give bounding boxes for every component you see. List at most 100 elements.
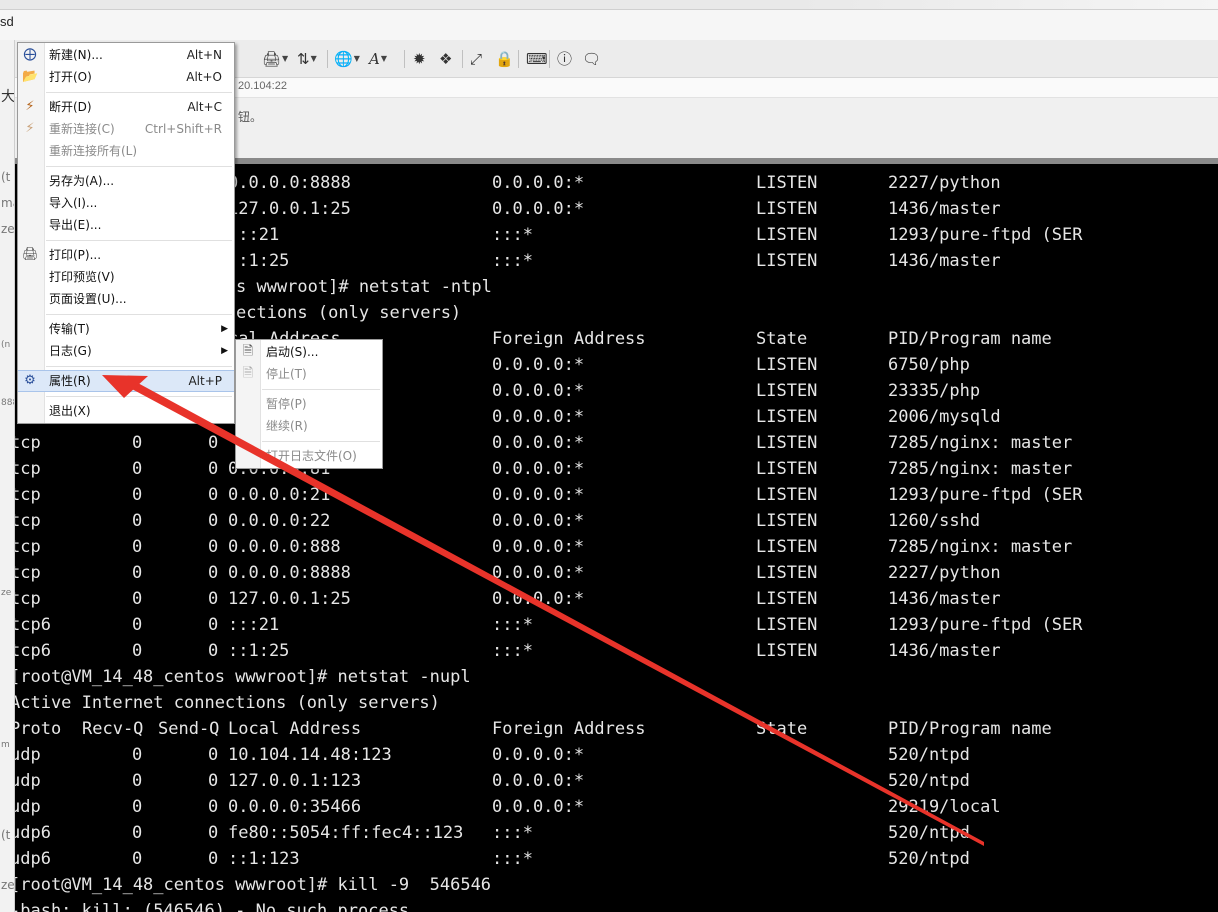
terminal-cell: 0: [132, 641, 143, 661]
terminal-cell: LISTEN: [756, 381, 818, 401]
terminal-cell: tcp: [14, 511, 41, 531]
terminal-cell: Send-Q: [158, 719, 220, 739]
new-session-icon: ⨁: [23, 47, 37, 62]
terminal-cell: 0: [132, 589, 143, 609]
left-panel-text: ma: [1, 196, 14, 210]
menu-item-export[interactable]: 导出(E)...: [18, 214, 234, 236]
disconnect-icon: ⚡: [25, 99, 35, 114]
terminal-cell: 0.0.0.0:*: [492, 355, 585, 375]
left-panel-text: m: [1, 740, 10, 750]
fullscreen-icon[interactable]: ⤢: [470, 49, 482, 69]
menu-item-exit[interactable]: 退出(X): [18, 400, 234, 422]
terminal-cell: 0: [208, 589, 219, 609]
toolbar-separator: [549, 50, 550, 68]
terminal-cell: :::21: [228, 615, 280, 635]
terminal-cell: 0.0.0.0:*: [492, 745, 585, 765]
terminal-cell: udp: [14, 797, 41, 817]
toolbar-separator: [404, 50, 405, 68]
terminal-cell: 0: [208, 433, 219, 453]
terminal-cell: 0: [208, 563, 219, 583]
window-title-strip: [0, 0, 1218, 10]
terminal-cell: 0: [132, 771, 143, 791]
terminal-cell: tcp6: [14, 615, 51, 635]
menu-item-print[interactable]: 🖨 打印(P)...: [18, 244, 234, 266]
menu-item-transfer[interactable]: 传输(T) ▶: [18, 318, 234, 340]
menu-item-print-preview[interactable]: 打印预览(V): [18, 266, 234, 288]
terminal-cell: 0: [208, 459, 219, 479]
submenu-separator: [262, 441, 380, 442]
menu-item-reconnect-all[interactable]: 重新连接所有(L): [18, 140, 234, 162]
terminal-cell: :::*: [492, 225, 533, 245]
terminal-cell: 0.0.0.0:*: [492, 433, 585, 453]
menu-item-reconnect[interactable]: ⚡ 重新连接(C) Ctrl+Shift+R: [18, 118, 234, 140]
sftp-icon[interactable]: ❖: [439, 49, 452, 69]
terminal-cell: 127.0.0.1:25: [228, 199, 351, 219]
terminal-cell: 0: [208, 797, 219, 817]
terminal-cell: LISTEN: [756, 485, 818, 505]
left-panel-text: ze: [1, 878, 15, 892]
print-icon[interactable]: 🖨 ▼: [262, 49, 288, 69]
terminal-cell: 10.104.14.48:123: [228, 745, 392, 765]
terminal-text: ections (only servers): [236, 303, 462, 323]
submenu-item-resume[interactable]: 继续(R): [236, 415, 382, 437]
left-panel-text: ze: [1, 222, 15, 236]
globe-icon[interactable]: 🌐 ▼: [334, 49, 360, 69]
chat-icon[interactable]: 🗨: [582, 49, 601, 69]
script-icon[interactable]: ✹: [413, 49, 426, 69]
menu-item-new[interactable]: ⨁ 新建(N)... Alt+N: [18, 44, 234, 66]
menu-item-properties[interactable]: ⚙ 属性(R) Alt+P: [18, 370, 234, 392]
font-icon[interactable]: A ▼: [369, 49, 387, 69]
submenu-separator: [262, 389, 380, 390]
menu-item-disconnect[interactable]: ⚡ 断开(D) Alt+C: [18, 96, 234, 118]
help-icon[interactable]: ⓘ: [557, 49, 572, 69]
menu-item-save-as[interactable]: 另存为(A)...: [18, 170, 234, 192]
terminal-cell: LISTEN: [756, 537, 818, 557]
printer-icon: 🖨: [22, 247, 39, 262]
left-panel-text: (n: [1, 340, 11, 350]
terminal-cell: ::1:123: [228, 849, 300, 869]
terminal-cell: 1436/master: [888, 589, 1001, 609]
terminal-cell: 0.0.0.0:35466: [228, 797, 362, 817]
submenu-item-start[interactable]: 🗎 启动(S)...: [236, 341, 382, 363]
terminal-cell: 0: [132, 797, 143, 817]
terminal-cell: 0: [132, 823, 143, 843]
terminal-cell: :::*: [492, 849, 533, 869]
submenu-item-open-log-file[interactable]: 打开日志文件(O): [236, 445, 382, 467]
terminal-cell: 0: [208, 537, 219, 557]
terminal-cell: LISTEN: [756, 459, 818, 479]
terminal-cell: Proto: [14, 719, 62, 739]
terminal-cell: 0: [132, 745, 143, 765]
transfer-icon[interactable]: ⇅ ▼: [297, 49, 317, 69]
terminal-cell: udp6: [14, 849, 51, 869]
submenu-item-stop[interactable]: 🗎 停止(T): [236, 363, 382, 385]
menu-separator: [46, 240, 232, 241]
terminal-cell: ::1:25: [228, 251, 290, 271]
terminal-cell: 0: [208, 823, 219, 843]
terminal-cell: tcp: [14, 459, 41, 479]
menu-separator: [46, 92, 232, 93]
terminal-cell: LISTEN: [756, 615, 818, 635]
menu-item-page-setup[interactable]: 页面设置(U)...: [18, 288, 234, 310]
menu-separator: [46, 396, 232, 397]
terminal-cell: LISTEN: [756, 225, 818, 245]
menu-item-open[interactable]: 📂 打开(O) Alt+O: [18, 66, 234, 88]
terminal-cell: 0: [132, 849, 143, 869]
menu-item-log[interactable]: 日志(G) ▶: [18, 340, 234, 362]
terminal-cell: ::1:25: [228, 641, 290, 661]
terminal-cell: 23335/php: [888, 381, 981, 401]
terminal-cell: LISTEN: [756, 641, 818, 661]
menu-separator: [46, 366, 232, 367]
terminal-cell: 0.0.0.0:*: [492, 511, 585, 531]
terminal-cell: LISTEN: [756, 251, 818, 271]
menu-separator: [46, 314, 232, 315]
terminal-cell: 127.0.0.1:25: [228, 589, 351, 609]
terminal-cell: 520/ntpd: [888, 745, 970, 765]
lock-icon[interactable]: 🔒: [495, 49, 514, 69]
terminal-cell: 0: [208, 771, 219, 791]
terminal-cell: 7285/nginx: master: [888, 459, 1073, 479]
terminal-cell: fe80::5054:ff:fec4::123: [228, 823, 464, 843]
submenu-item-pause[interactable]: 暂停(P): [236, 393, 382, 415]
left-side-panel[interactable]: 大 (t ma ze (n 888 ze m (t ze: [0, 40, 15, 912]
menu-item-import[interactable]: 导入(I)...: [18, 192, 234, 214]
keyboard-icon[interactable]: ⌨: [526, 49, 548, 69]
